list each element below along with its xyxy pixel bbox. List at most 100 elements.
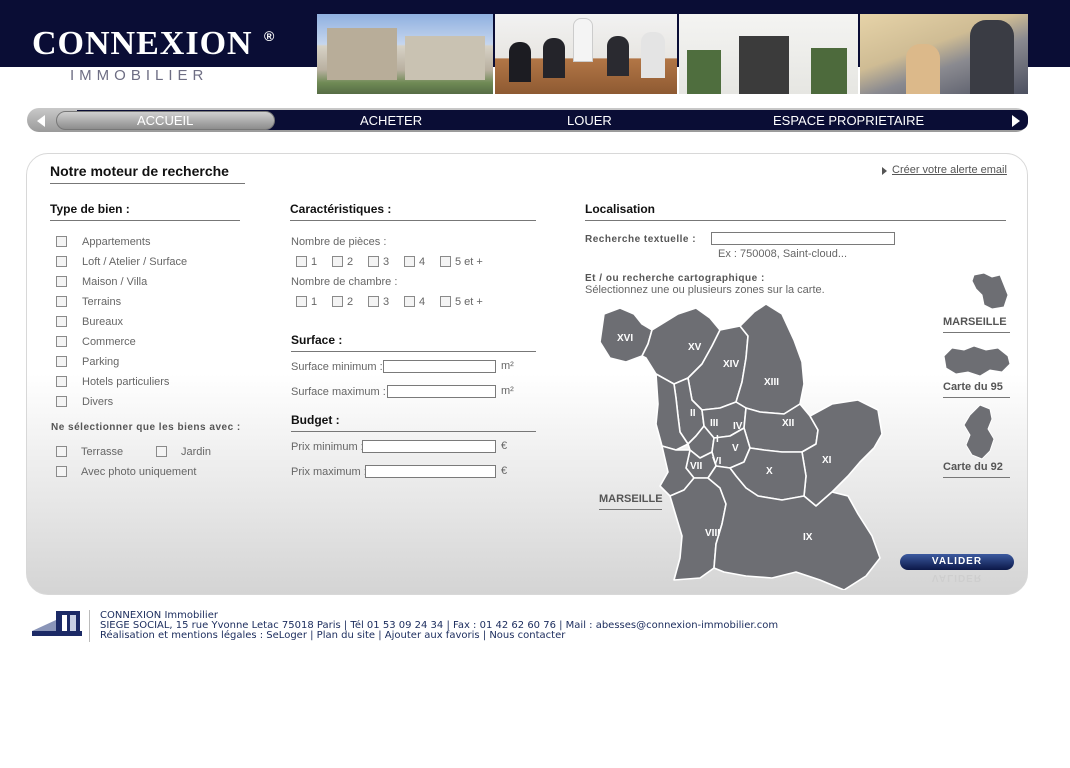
pieces-label: Nombre de pièces : <box>291 236 387 248</box>
side-map-marseille-caption[interactable]: MARSEILLE <box>943 316 1007 328</box>
budget-divider <box>291 431 536 432</box>
nav-next-arrow-icon[interactable] <box>1012 115 1020 127</box>
surface-max-input[interactable] <box>387 385 496 398</box>
prix-max-input[interactable] <box>365 465 496 478</box>
side-map-95-caption[interactable]: Carte du 95 <box>943 381 1003 393</box>
footer-link-contact[interactable]: Nous contacter <box>489 630 565 641</box>
side-map-92-caption[interactable]: Carte du 92 <box>943 461 1003 473</box>
map-label-x: X <box>766 466 773 477</box>
side-map-95-icon[interactable] <box>942 342 1012 378</box>
localisation-heading: Localisation <box>585 202 656 216</box>
footer-logo-icon[interactable] <box>32 610 82 642</box>
logo[interactable]: CONNEXION <box>32 26 253 62</box>
type-de-bien-divider <box>50 220 240 221</box>
checkbox-chambres-3[interactable] <box>368 296 379 307</box>
label-divers: Divers <box>82 396 114 408</box>
label-photo: Avec photo uniquement <box>81 466 197 478</box>
prix-min-input[interactable] <box>362 440 496 453</box>
label-commerce: Commerce <box>82 336 136 348</box>
checkbox-pieces-5[interactable] <box>440 256 451 267</box>
map-label-xi: XI <box>822 455 832 466</box>
logo-registered-mark: ® <box>264 28 275 44</box>
prix-max-label: Prix maximum : <box>291 466 367 478</box>
checkbox-pieces-3[interactable] <box>368 256 379 267</box>
email-alert-link[interactable]: Créer votre alerte email <box>892 164 1007 176</box>
checkbox-commerce[interactable] <box>56 336 67 347</box>
checkbox-maison[interactable] <box>56 276 67 287</box>
prix-min-unit: € <box>501 440 508 452</box>
checkbox-chambres-5[interactable] <box>440 296 451 307</box>
footer-link-favoris[interactable]: Ajouter aux favoris <box>385 630 480 641</box>
label-appartements: Appartements <box>82 236 151 248</box>
surface-max-label: Surface maximum : <box>291 386 386 398</box>
footer-link-plan[interactable]: Plan du site <box>317 630 375 641</box>
surface-min-input[interactable] <box>383 360 496 373</box>
budget-heading: Budget : <box>291 413 340 427</box>
checkbox-pieces-4[interactable] <box>404 256 415 267</box>
checkbox-photo[interactable] <box>56 466 67 477</box>
side-map-92-divider <box>943 477 1010 478</box>
header-photo-team <box>860 14 1028 94</box>
marseille-district-map[interactable] <box>596 300 896 590</box>
prix-max-unit: € <box>501 465 508 477</box>
checkbox-bureaux[interactable] <box>56 316 67 327</box>
surface-divider <box>291 351 536 352</box>
header-photo-meeting <box>495 14 677 94</box>
label-chambres-3: 3 <box>383 296 390 308</box>
label-parking: Parking <box>82 356 120 368</box>
checkbox-terrasse[interactable] <box>56 446 67 457</box>
side-map-marseille-icon[interactable] <box>970 271 1010 311</box>
label-terrains: Terrains <box>82 296 122 308</box>
nav-item-louer[interactable]: LOUER <box>567 113 612 128</box>
label-chambres-1: 1 <box>311 296 318 308</box>
nav-item-acheter[interactable]: ACHETER <box>360 113 422 128</box>
label-chambres-2: 2 <box>347 296 354 308</box>
type-de-bien-heading: Type de bien : <box>50 202 130 216</box>
checkbox-pieces-1[interactable] <box>296 256 307 267</box>
search-title: Notre moteur de recherche <box>50 163 229 179</box>
footer-links: Réalisation et mentions légales : SeLoge… <box>100 630 566 641</box>
checkbox-parking[interactable] <box>56 356 67 367</box>
surface-min-label: Surface minimum : <box>291 361 383 373</box>
map-label-vii: VII <box>690 461 703 472</box>
nav-item-accueil[interactable]: ACCUEIL <box>137 113 193 128</box>
map-label-ii: II <box>690 408 696 419</box>
surface-heading: Surface : <box>291 333 343 347</box>
checkbox-terrains[interactable] <box>56 296 67 307</box>
footer-link-mentions[interactable]: Réalisation et mentions légales : SeLoge… <box>100 630 307 641</box>
checkbox-hotels[interactable] <box>56 376 67 387</box>
map-caption-divider <box>599 509 662 510</box>
label-jardin: Jardin <box>181 446 211 458</box>
chambres-label: Nombre de chambre : <box>291 276 398 288</box>
checkbox-loft[interactable] <box>56 256 67 267</box>
checkbox-chambres-2[interactable] <box>332 296 343 307</box>
label-pieces-1: 1 <box>311 256 318 268</box>
checkbox-chambres-1[interactable] <box>296 296 307 307</box>
label-terrasse: Terrasse <box>81 446 124 458</box>
localisation-divider <box>585 220 1006 221</box>
valider-button[interactable]: VALIDER <box>900 554 1014 570</box>
label-pieces-3: 3 <box>383 256 390 268</box>
text-search-input[interactable] <box>711 232 895 245</box>
text-search-label: Recherche textuelle : <box>585 234 697 245</box>
side-map-92-icon[interactable] <box>960 403 1000 461</box>
alert-arrow-icon <box>882 167 887 175</box>
checkbox-jardin[interactable] <box>156 446 167 457</box>
surface-min-unit: m² <box>501 360 514 372</box>
checkbox-pieces-2[interactable] <box>332 256 343 267</box>
district-xi <box>801 399 883 507</box>
side-map-95-divider <box>943 397 1010 398</box>
footer-separator <box>89 610 90 642</box>
map-label-iii: III <box>710 418 719 429</box>
nav-prev-arrow-icon[interactable] <box>37 115 45 127</box>
title-divider <box>50 183 245 184</box>
checkbox-divers[interactable] <box>56 396 67 407</box>
caracteristiques-heading: Caractéristiques : <box>290 202 392 216</box>
nav-item-espace-proprietaire[interactable]: ESPACE PROPRIETAIRE <box>773 113 924 128</box>
label-loft: Loft / Atelier / Surface <box>82 256 188 268</box>
checkbox-appartements[interactable] <box>56 236 67 247</box>
label-chambres-5: 5 et + <box>455 296 483 308</box>
label-pieces-5: 5 et + <box>455 256 483 268</box>
checkbox-chambres-4[interactable] <box>404 296 415 307</box>
header-photo-building <box>317 14 493 94</box>
